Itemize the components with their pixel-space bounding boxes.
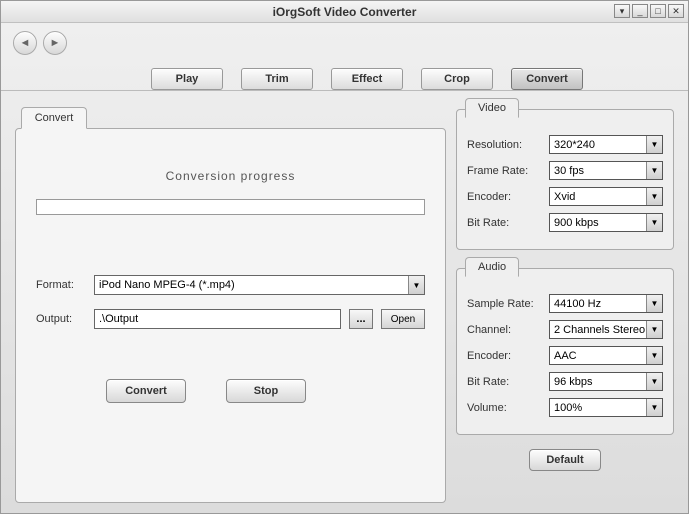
audio-bitrate-value: 96 kbps — [550, 376, 646, 388]
samplerate-value: 44100 Hz — [550, 298, 646, 310]
window-title: iOrgSoft Video Converter — [273, 5, 417, 19]
framerate-row: Frame Rate: 30 fps▼ — [467, 161, 663, 180]
tab-crop[interactable]: Crop — [421, 68, 493, 90]
action-row: Convert Stop — [36, 379, 425, 403]
channel-label: Channel: — [467, 324, 549, 336]
content-area: Convert Conversion progress Format: iPod… — [1, 91, 688, 513]
audio-encoder-value: AAC — [550, 350, 646, 362]
chevron-down-icon[interactable]: ▼ — [646, 162, 662, 179]
open-button[interactable]: Open — [381, 309, 425, 329]
video-group-title: Video — [465, 98, 519, 118]
chevron-down-icon[interactable]: ▼ — [646, 399, 662, 416]
progress-bar — [36, 199, 425, 215]
chevron-down-icon[interactable]: ▼ — [646, 214, 662, 231]
progress-title: Conversion progress — [36, 169, 425, 183]
chevron-down-icon[interactable]: ▼ — [408, 276, 424, 294]
volume-row: Volume: 100%▼ — [467, 398, 663, 417]
convert-box: Conversion progress Format: iPod Nano MP… — [15, 128, 446, 503]
chevron-down-icon[interactable]: ▼ — [646, 295, 662, 312]
volume-select[interactable]: 100%▼ — [549, 398, 663, 417]
right-panel: Video Resolution: 320*240▼ Frame Rate: 3… — [456, 109, 674, 503]
chevron-down-icon[interactable]: ▼ — [646, 136, 662, 153]
window-help-button[interactable]: ▾ — [614, 4, 630, 18]
default-row: Default — [456, 449, 674, 471]
main-tabbar: Play Trim Effect Crop Convert — [1, 63, 688, 91]
framerate-select[interactable]: 30 fps▼ — [549, 161, 663, 180]
nav-row: ◄ ► — [1, 23, 688, 63]
browse-button[interactable]: ... — [349, 309, 373, 329]
default-button[interactable]: Default — [529, 449, 601, 471]
left-panel: Convert Conversion progress Format: iPod… — [15, 109, 446, 503]
resolution-value: 320*240 — [550, 139, 646, 151]
channel-select[interactable]: 2 Channels Stereo▼ — [549, 320, 663, 339]
nav-forward-button[interactable]: ► — [43, 31, 67, 55]
format-row: Format: iPod Nano MPEG-4 (*.mp4) ▼ — [36, 275, 425, 295]
output-input[interactable]: .\Output — [94, 309, 341, 329]
tab-play[interactable]: Play — [151, 68, 223, 90]
window-minimize-button[interactable]: _ — [632, 4, 648, 18]
resolution-row: Resolution: 320*240▼ — [467, 135, 663, 154]
nav-back-button[interactable]: ◄ — [13, 31, 37, 55]
framerate-label: Frame Rate: — [467, 165, 549, 177]
titlebar: iOrgSoft Video Converter ▾ _ □ ✕ — [1, 1, 688, 23]
samplerate-label: Sample Rate: — [467, 298, 549, 310]
resolution-select[interactable]: 320*240▼ — [549, 135, 663, 154]
window-controls: ▾ _ □ ✕ — [614, 4, 684, 18]
volume-label: Volume: — [467, 402, 549, 414]
resolution-label: Resolution: — [467, 139, 549, 151]
audio-group: Audio Sample Rate: 44100 Hz▼ Channel: 2 … — [456, 268, 674, 435]
video-encoder-select[interactable]: Xvid▼ — [549, 187, 663, 206]
convert-button[interactable]: Convert — [106, 379, 186, 403]
samplerate-row: Sample Rate: 44100 Hz▼ — [467, 294, 663, 313]
format-label: Format: — [36, 279, 86, 291]
format-combo[interactable]: iPod Nano MPEG-4 (*.mp4) ▼ — [94, 275, 425, 295]
video-bitrate-label: Bit Rate: — [467, 217, 549, 229]
output-value: .\Output — [99, 313, 138, 325]
channel-value: 2 Channels Stereo — [550, 324, 646, 336]
audio-encoder-select[interactable]: AAC▼ — [549, 346, 663, 365]
format-value: iPod Nano MPEG-4 (*.mp4) — [95, 279, 408, 291]
chevron-down-icon[interactable]: ▼ — [646, 347, 662, 364]
chevron-down-icon[interactable]: ▼ — [646, 188, 662, 205]
audio-encoder-label: Encoder: — [467, 350, 549, 362]
video-group: Video Resolution: 320*240▼ Frame Rate: 3… — [456, 109, 674, 250]
channel-row: Channel: 2 Channels Stereo▼ — [467, 320, 663, 339]
volume-value: 100% — [550, 402, 646, 414]
audio-bitrate-label: Bit Rate: — [467, 376, 549, 388]
audio-encoder-row: Encoder: AAC▼ — [467, 346, 663, 365]
framerate-value: 30 fps — [550, 165, 646, 177]
output-label: Output: — [36, 313, 86, 325]
stop-button[interactable]: Stop — [226, 379, 306, 403]
video-encoder-label: Encoder: — [467, 191, 549, 203]
window-close-button[interactable]: ✕ — [668, 4, 684, 18]
window-maximize-button[interactable]: □ — [650, 4, 666, 18]
audio-bitrate-select[interactable]: 96 kbps▼ — [549, 372, 663, 391]
tab-effect[interactable]: Effect — [331, 68, 403, 90]
chevron-down-icon[interactable]: ▼ — [646, 321, 662, 338]
tab-trim[interactable]: Trim — [241, 68, 313, 90]
convert-subtab[interactable]: Convert — [21, 107, 87, 129]
chevron-down-icon[interactable]: ▼ — [646, 373, 662, 390]
video-bitrate-value: 900 kbps — [550, 217, 646, 229]
video-encoder-value: Xvid — [550, 191, 646, 203]
samplerate-select[interactable]: 44100 Hz▼ — [549, 294, 663, 313]
tab-convert[interactable]: Convert — [511, 68, 583, 90]
audio-bitrate-row: Bit Rate: 96 kbps▼ — [467, 372, 663, 391]
video-bitrate-row: Bit Rate: 900 kbps▼ — [467, 213, 663, 232]
audio-group-title: Audio — [465, 257, 519, 277]
video-encoder-row: Encoder: Xvid▼ — [467, 187, 663, 206]
output-row: Output: .\Output ... Open — [36, 309, 425, 329]
video-bitrate-select[interactable]: 900 kbps▼ — [549, 213, 663, 232]
app-window: iOrgSoft Video Converter ▾ _ □ ✕ ◄ ► Pla… — [0, 0, 689, 514]
